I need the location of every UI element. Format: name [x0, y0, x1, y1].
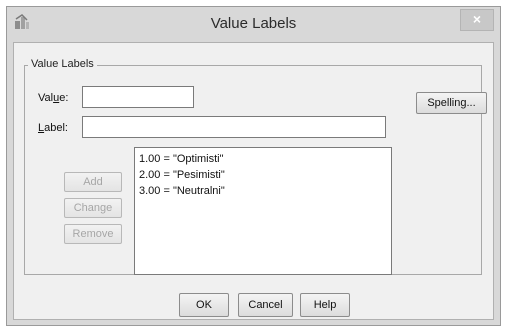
value-label-suffix: e:	[59, 92, 69, 104]
dialog-body: Value Labels Value: Label: Spelling... A…	[13, 42, 494, 320]
label-input[interactable]	[82, 116, 386, 138]
ok-button[interactable]: OK	[179, 293, 229, 317]
value-input[interactable]	[82, 86, 194, 108]
value-labels-dialog: Value Labels × Value Labels Value: Label…	[6, 6, 501, 326]
list-item[interactable]: 2.00 = "Pesimisti"	[139, 167, 387, 183]
close-icon: ×	[472, 11, 482, 27]
list-item[interactable]: 1.00 = "Optimisti"	[139, 151, 387, 167]
remove-button[interactable]: Remove	[64, 224, 122, 244]
title-bar[interactable]: Value Labels ×	[7, 7, 500, 41]
add-button[interactable]: Add	[64, 172, 122, 192]
list-item[interactable]: 3.00 = "Neutralni"	[139, 183, 387, 199]
value-field-label: Value:	[38, 92, 68, 104]
help-button[interactable]: Help	[300, 293, 350, 317]
label-label-suffix: abel:	[44, 122, 68, 134]
close-button[interactable]: ×	[460, 9, 494, 31]
spelling-button[interactable]: Spelling...	[416, 92, 487, 114]
cancel-button[interactable]: Cancel	[238, 293, 293, 317]
change-button[interactable]: Change	[64, 198, 122, 218]
value-label-prefix: Val	[38, 92, 54, 104]
label-field-label: Label:	[38, 122, 68, 134]
group-legend: Value Labels	[28, 58, 97, 70]
value-labels-list[interactable]: 1.00 = "Optimisti" 2.00 = "Pesimisti" 3.…	[134, 147, 392, 275]
window-title: Value Labels	[210, 15, 297, 32]
